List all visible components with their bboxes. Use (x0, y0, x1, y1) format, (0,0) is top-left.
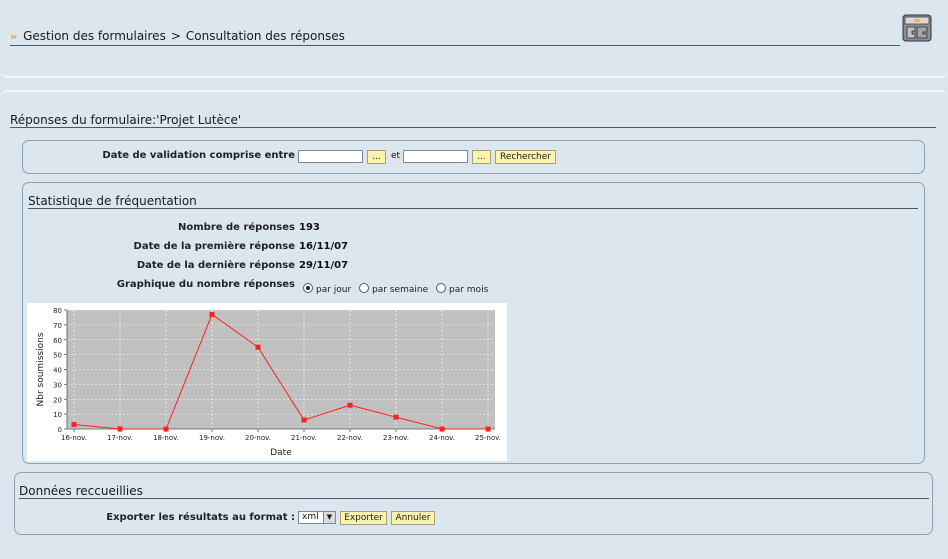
export-format-value: xml (302, 512, 319, 522)
breadcrumb-separator: > (170, 29, 181, 43)
stat-label-first-date: Date de la première réponse (133, 241, 295, 252)
chart-svg: 0 10 20 30 40 50 60 70 80 16-nov. 17-nov. 18-nov. 19… (36, 307, 501, 458)
radio-label: par jour (316, 285, 352, 295)
y-tick-label: 20 (53, 396, 62, 404)
data-point (393, 414, 399, 420)
y-tick-label: 80 (53, 307, 62, 315)
radio-control[interactable] (359, 283, 370, 293)
data-point (485, 426, 491, 432)
y-tick-label: 70 (53, 322, 62, 330)
x-tick-label: 24-nov. (429, 434, 455, 442)
x-tick-label: 25-nov. (475, 434, 501, 442)
y-tick-label: 10 (53, 411, 62, 419)
y-tick-label: 50 (53, 352, 62, 360)
date-to-input[interactable] (403, 150, 468, 163)
stat-value-last-date: 29/11/07 (299, 260, 349, 271)
cancel-button[interactable]: Annuler (391, 511, 435, 525)
y-tick-label: 0 (58, 426, 62, 434)
search-button[interactable]: Rechercher (495, 150, 556, 164)
x-tick-label: 21-nov. (291, 434, 317, 442)
stat-value-first-date: 16/11/07 (299, 241, 349, 252)
x-tick-label: 19-nov. (199, 434, 225, 442)
chevron-down-icon[interactable]: ▼ (323, 512, 335, 523)
x-tick-label: 16-nov. (61, 434, 87, 442)
radio-par-semaine[interactable]: par semaine (359, 283, 429, 295)
data-point (439, 426, 445, 432)
radio-label: par semaine (372, 285, 429, 295)
header-bar: » Gestion des formulaires > Consultation de… (0, 0, 948, 78)
x-tick-label: 22-nov. (337, 434, 363, 442)
page-title: Réponses du formulaire:'Projet Lutèce' (10, 113, 936, 128)
graph-label: Graphique du nombre réponses (116, 279, 295, 290)
x-tick-label: 20-nov. (245, 434, 271, 442)
y-tick-label: 40 (53, 367, 62, 375)
radio-label: par mois (449, 285, 489, 295)
export-format-select[interactable]: xml ▼ (298, 511, 336, 524)
date-to-picker-button[interactable]: ... (472, 150, 491, 164)
x-tick-label: 17-nov. (107, 434, 133, 442)
stat-label-responses: Nombre de réponses (178, 222, 295, 233)
export-label: Exporter les résultats au format : (106, 512, 295, 523)
radio-par-jour[interactable]: par jour (303, 283, 352, 295)
export-box (14, 472, 933, 535)
date-from-picker-button[interactable]: ... (367, 150, 386, 164)
data-point (117, 426, 123, 432)
stat-label-last-date: Date de la dernière réponse (136, 260, 295, 271)
stat-value-responses: 193 (299, 222, 320, 233)
data-point (347, 402, 353, 408)
radio-par-mois[interactable]: par mois (436, 283, 489, 295)
radio-control[interactable] (303, 283, 313, 293)
x-axis-label: Date (270, 448, 292, 458)
admin-app-icon (901, 13, 933, 45)
data-point (163, 426, 169, 432)
x-tick-label: 23-nov. (383, 434, 409, 442)
y-axis-label: Nbr soumissions (36, 332, 46, 406)
breadcrumb: » Gestion des formulaires > Consultation de… (10, 29, 900, 46)
and-label: et (391, 151, 401, 161)
responses-chart: 0 10 20 30 40 50 60 70 80 16-nov. 17-nov. 18-nov. 19… (27, 303, 507, 461)
stats-title: Statistique de fréquentation (28, 194, 918, 209)
data-point (255, 344, 261, 350)
breadcrumb-item-current: Consultation des réponses (185, 29, 345, 43)
export-button[interactable]: Exporter (340, 511, 387, 525)
radio-control[interactable] (436, 283, 446, 293)
graph-period-radios: par jour par semaine par mois (303, 283, 493, 295)
date-from-input[interactable] (298, 150, 363, 163)
data-point (71, 422, 77, 428)
breadcrumb-item-forms[interactable]: Gestion des formulaires (23, 29, 166, 43)
y-tick-label: 60 (53, 337, 62, 345)
y-tick-label: 30 (53, 381, 62, 389)
breadcrumb-arrow-icon: » (10, 30, 17, 43)
data-point (301, 417, 307, 423)
export-title: Données reccueillies (19, 484, 929, 499)
x-tick-label: 18-nov. (153, 434, 179, 442)
data-point (209, 311, 215, 317)
filter-label: Date de validation comprise entre (102, 150, 295, 161)
